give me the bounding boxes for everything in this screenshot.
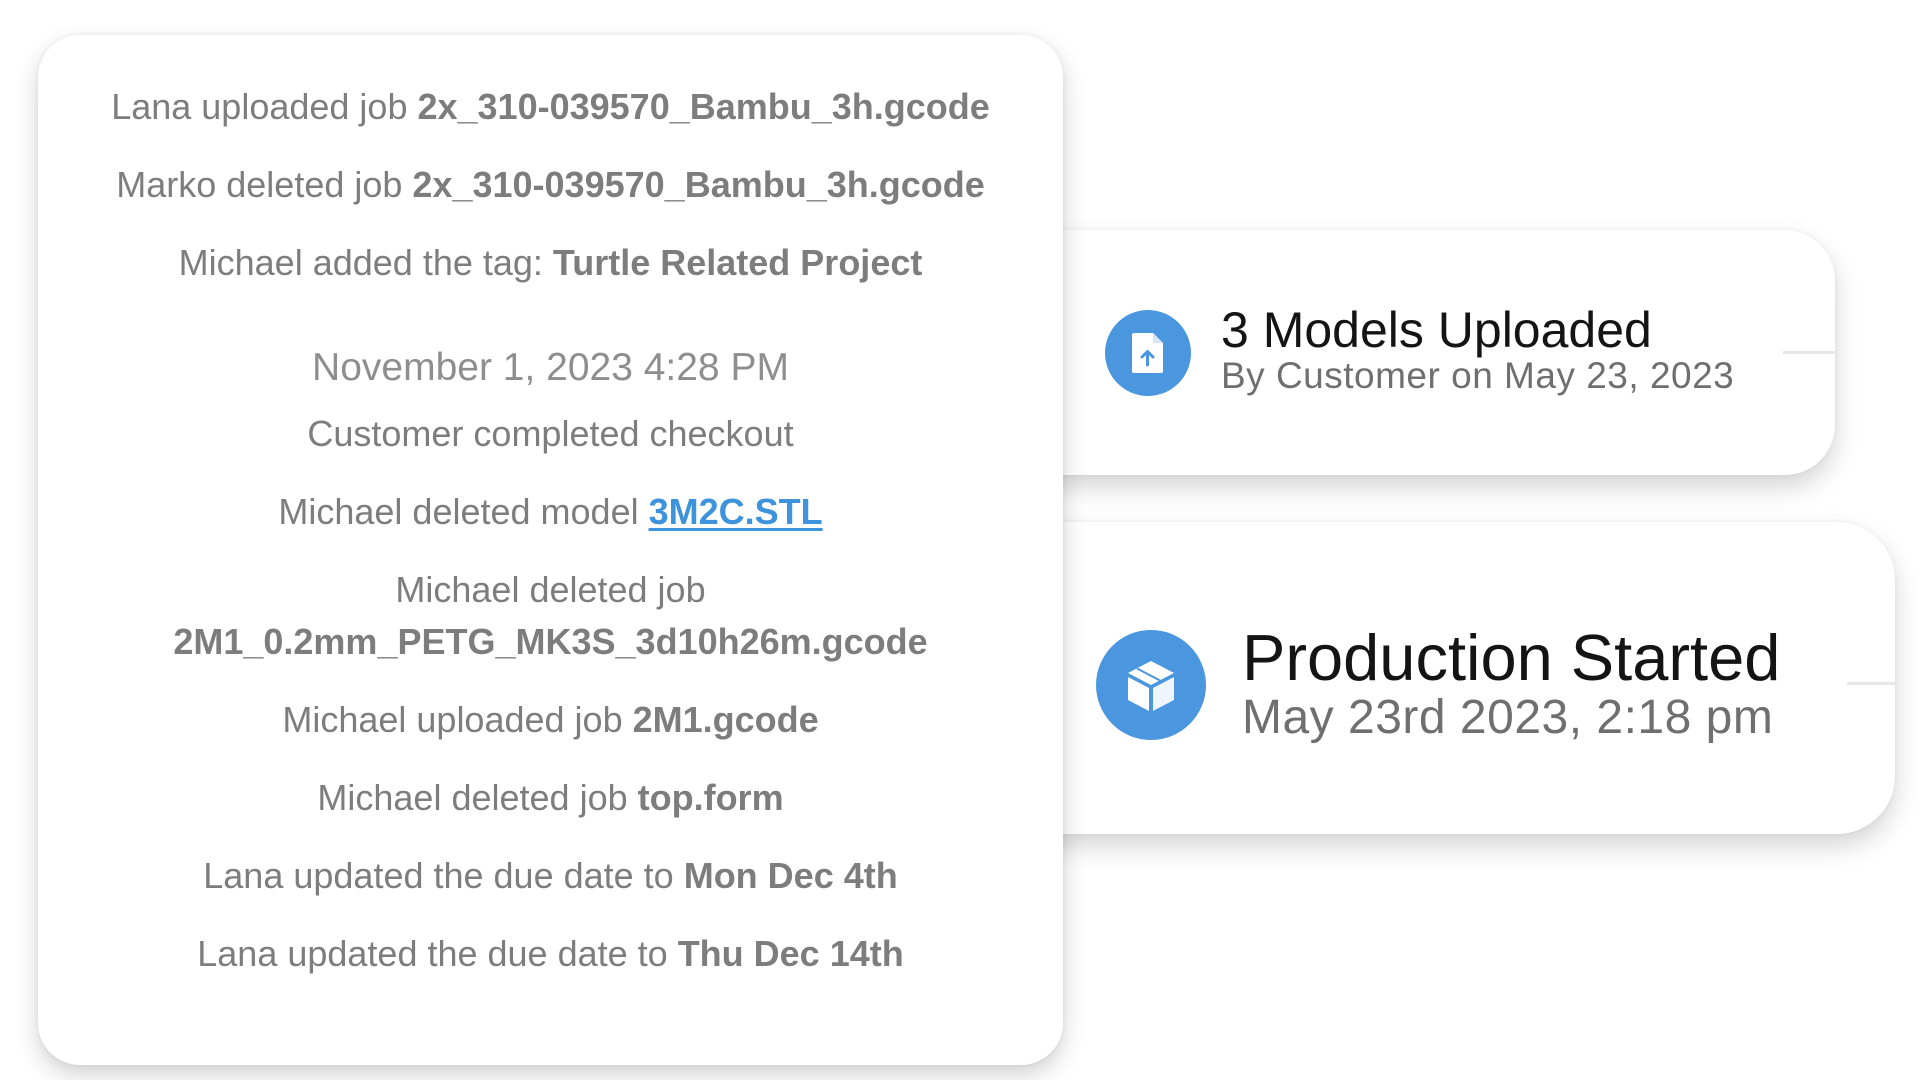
log-entry-text: Lana uploaded job: [111, 86, 418, 127]
log-entry: Lana uploaded job 2x_310-039570_Bambu_3h…: [38, 85, 1063, 129]
model-link[interactable]: 3M2C.STL: [649, 491, 823, 532]
log-entry-text: Michael deleted job: [395, 569, 706, 610]
log-entry-filename: 2M1.gcode: [632, 699, 819, 740]
log-entry-text: Lana updated the due date to: [203, 855, 684, 896]
log-entry-filename: 2x_310-039570_Bambu_3h.gcode: [412, 164, 985, 205]
log-entry-tag: Turtle Related Project: [552, 242, 923, 283]
timeline-connector: [1783, 351, 1835, 354]
log-entry-text: Lana updated the due date to: [197, 933, 678, 974]
card-subtitle: May 23rd 2023, 2:18 pm: [1242, 691, 1774, 744]
card-title: 3 Models Uploaded: [1221, 302, 1652, 358]
log-entry: Lana updated the due date to Thu Dec 14t…: [38, 932, 1063, 976]
box-icon: [1096, 630, 1206, 740]
log-date-header: November 1, 2023 4:28 PM: [312, 346, 789, 389]
log-entry: Lana updated the due date to Mon Dec 4th: [38, 854, 1063, 898]
timeline-connector: [1847, 682, 1895, 685]
log-entry-filename: 2M1_0.2mm_PETG_MK3S_3d10h26m.gcode: [38, 620, 1063, 664]
log-entry-text: Michael deleted job: [317, 777, 638, 818]
log-entry-filename: 2x_310-039570_Bambu_3h.gcode: [417, 86, 990, 127]
log-entry-due-date: Thu Dec 14th: [677, 933, 904, 974]
log-entry-filename: top.form: [637, 777, 784, 818]
log-entry-text: Marko deleted job: [116, 164, 413, 205]
log-entry-due-date: Mon Dec 4th: [683, 855, 898, 896]
log-entry: Michael deleted job top.form: [38, 776, 1063, 820]
log-entry-checkout: Customer completed checkout: [307, 413, 794, 454]
log-entry-text: Michael uploaded job: [282, 699, 633, 740]
activity-log-panel: Lana uploaded job 2x_310-039570_Bambu_3h…: [38, 35, 1063, 1065]
log-entry: Michael deleted model 3M2C.STL: [38, 490, 1063, 534]
file-upload-icon: [1105, 310, 1191, 396]
production-started-card[interactable]: Production Started May 23rd 2023, 2:18 p…: [1010, 522, 1895, 834]
card-title: Production Started: [1242, 621, 1781, 694]
log-entry: Michael added the tag: Turtle Related Pr…: [38, 241, 1063, 285]
log-entry-filename-bold: 2M1_0.2mm_PETG_MK3S_3d10h26m.gcode: [173, 621, 928, 662]
models-uploaded-card[interactable]: 3 Models Uploaded By Customer on May 23,…: [1010, 230, 1835, 475]
card-subtitle: By Customer on May 23, 2023: [1221, 355, 1735, 396]
log-entry-text: Michael deleted model: [278, 491, 649, 532]
log-entry: Michael uploaded job 2M1.gcode: [38, 698, 1063, 742]
log-entry-text: Michael added the tag:: [178, 242, 553, 283]
log-entry: Marko deleted job 2x_310-039570_Bambu_3h…: [38, 163, 1063, 207]
